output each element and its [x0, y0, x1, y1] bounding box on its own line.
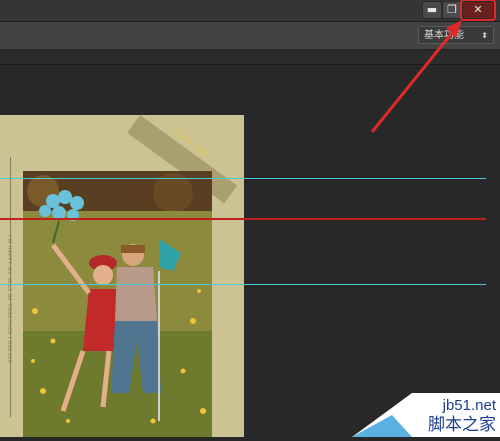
couple-photo — [23, 171, 212, 437]
options-bar: 基本功能 ⬍ — [0, 22, 500, 50]
restore-icon: ❐ — [447, 3, 457, 16]
restore-button[interactable]: ❐ — [442, 1, 462, 19]
minimize-button[interactable]: ▬ — [422, 1, 442, 19]
close-button[interactable]: ✕ — [462, 1, 494, 19]
guide-line-red[interactable] — [0, 218, 486, 220]
photo-illustration — [23, 171, 212, 437]
document-tab-strip — [0, 50, 500, 65]
side-caption: I'M HAPPY WE WILL BE TOGETHER FOREVER — [6, 235, 12, 365]
workspace-dropdown[interactable]: 基本功能 ⬍ — [418, 26, 494, 44]
site-watermark: jb51.net 脚本之家 — [352, 385, 500, 437]
watermark-site-name: 脚本之家 — [428, 415, 496, 435]
guide-line-cyan[interactable] — [0, 178, 486, 179]
title-bar: ▬ ❐ ✕ — [0, 0, 500, 22]
workspace-dropdown-value: 基本功能 — [424, 30, 464, 41]
minimize-icon: ▬ — [426, 3, 438, 16]
close-icon: ✕ — [473, 3, 483, 16]
dropdown-caret-icon: ⬍ — [481, 31, 488, 40]
guide-line-cyan-lower[interactable] — [0, 284, 486, 285]
document-canvas[interactable]: LOVE YOU I'M HAPPY WE WILL BE TOGETHER F… — [0, 115, 244, 437]
